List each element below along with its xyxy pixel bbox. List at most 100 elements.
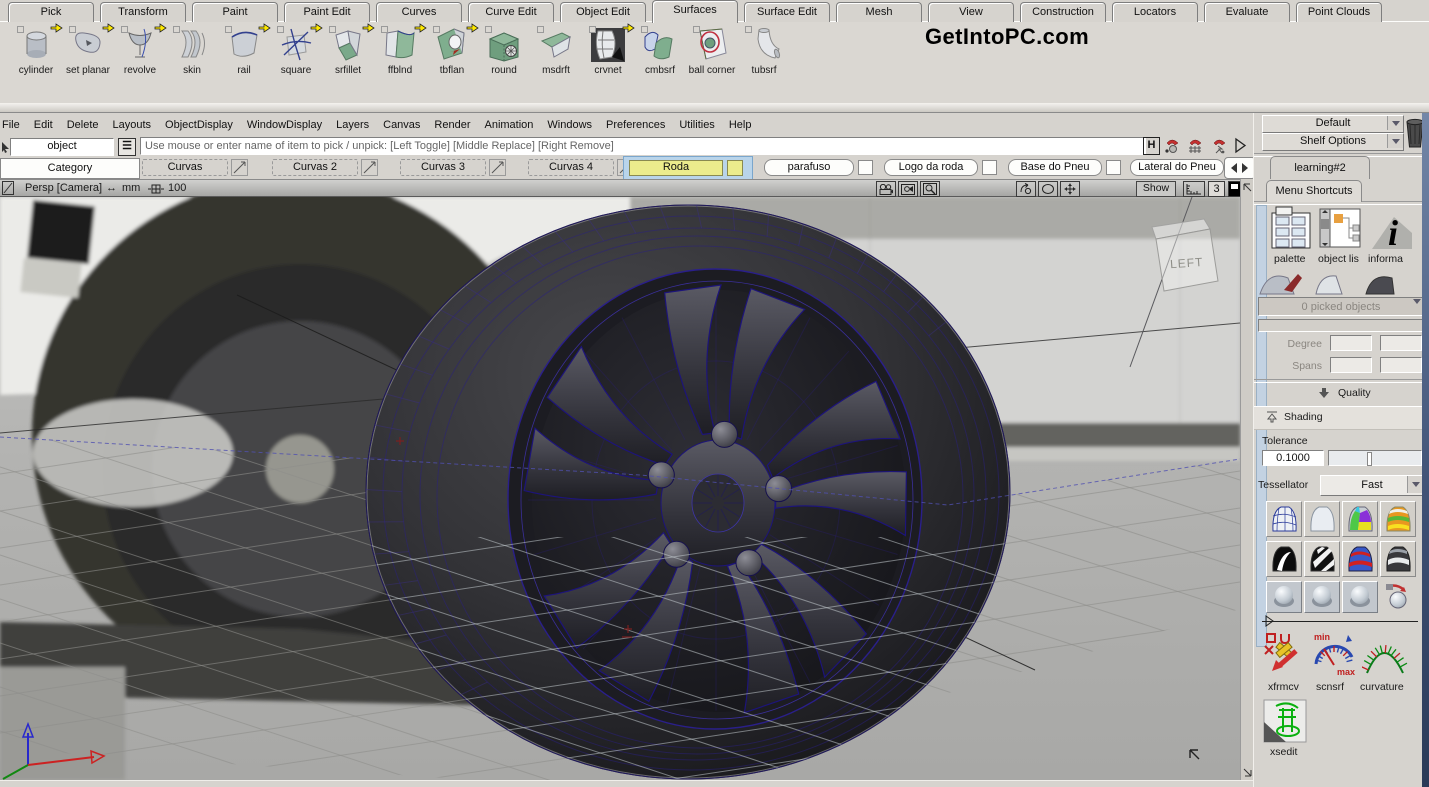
tab-paint[interactable]: Paint bbox=[192, 2, 278, 22]
shade-chrome-icon[interactable] bbox=[1380, 541, 1416, 577]
tab-point-clouds[interactable]: Point Clouds bbox=[1296, 2, 1382, 22]
menu-windows[interactable]: Windows bbox=[540, 119, 599, 131]
tool-cmbsrf[interactable]: cmbsrf bbox=[634, 22, 686, 103]
wheel-model[interactable] bbox=[366, 205, 1010, 779]
diagnostic-sphere-1-icon[interactable] bbox=[1266, 581, 1302, 613]
prompt-history-list-icon[interactable]: ☰ bbox=[118, 138, 136, 156]
tab-curve-edit[interactable]: Curve Edit bbox=[468, 2, 554, 22]
layer-parafuso[interactable]: parafuso bbox=[764, 159, 854, 176]
shade-blue-red-icon[interactable] bbox=[1342, 541, 1378, 577]
option-box[interactable] bbox=[537, 26, 544, 33]
layer-logo-checkbox[interactable] bbox=[982, 160, 997, 175]
ruler-icon[interactable] bbox=[1183, 181, 1205, 197]
layer-parafuso-checkbox[interactable] bbox=[858, 160, 873, 175]
layer-logo-da-roda[interactable]: Logo da roda bbox=[884, 159, 978, 176]
window-corner-icon[interactable] bbox=[2, 181, 15, 195]
tool-ffblnd[interactable]: ffblnd bbox=[374, 22, 426, 103]
perspective-viewport[interactable]: LEFT bbox=[0, 197, 1240, 780]
tool-tbflan[interactable]: tbflan bbox=[426, 22, 478, 103]
dropdown-arrow-icon[interactable] bbox=[1387, 116, 1403, 130]
layer-roda[interactable]: Roda bbox=[629, 160, 723, 176]
tool-round[interactable]: round bbox=[478, 22, 530, 103]
panel-slider-marker[interactable] bbox=[1264, 615, 1276, 627]
option-box[interactable] bbox=[381, 26, 388, 33]
tab-surface-edit[interactable]: Surface Edit bbox=[744, 2, 830, 22]
menu-preferences[interactable]: Preferences bbox=[599, 119, 672, 131]
tab-pick[interactable]: Pick bbox=[8, 2, 94, 22]
pick-object-icon[interactable] bbox=[1163, 137, 1181, 155]
layer-curvas[interactable]: Curvas bbox=[142, 159, 228, 176]
layer-base-checkbox[interactable] bbox=[1106, 160, 1121, 175]
tolerance-input[interactable]: 0.1000 bbox=[1262, 450, 1324, 466]
option-box[interactable] bbox=[277, 26, 284, 33]
shading-section-header[interactable]: Shading bbox=[1254, 406, 1429, 430]
layer-curvas-state-icon[interactable] bbox=[231, 159, 248, 176]
menu-layouts[interactable]: Layouts bbox=[106, 119, 159, 131]
tessellator-dropdown[interactable]: Fast bbox=[1320, 475, 1424, 496]
object-lister-icon[interactable] bbox=[1318, 205, 1364, 251]
menu-objectdisplay[interactable]: ObjectDisplay bbox=[158, 119, 240, 131]
option-box[interactable] bbox=[17, 26, 24, 33]
tab-surfaces[interactable]: Surfaces bbox=[652, 0, 738, 23]
tool-ball-corner[interactable]: ball corner bbox=[686, 22, 738, 103]
spans-field-1[interactable] bbox=[1330, 357, 1372, 373]
picked-objects-bar[interactable]: 0 picked objects bbox=[1258, 297, 1424, 316]
camera-view-icon[interactable] bbox=[898, 181, 918, 197]
menu-delete[interactable]: Delete bbox=[60, 119, 106, 131]
viewport-header[interactable]: Persp [Camera] ↔ mm 100 Show 3 bbox=[0, 179, 1240, 197]
viewport-resize-handle[interactable] bbox=[1186, 746, 1202, 762]
panel-right-scrollbar[interactable] bbox=[1422, 113, 1429, 787]
option-box[interactable] bbox=[329, 26, 336, 33]
layer-base-do-pneu[interactable]: Base do Pneu bbox=[1008, 159, 1102, 176]
layer-scroll-buttons[interactable] bbox=[1224, 157, 1256, 179]
dropdown-arrow-icon[interactable] bbox=[1387, 134, 1403, 148]
information-icon[interactable]: i bbox=[1368, 205, 1414, 251]
tool-crvnet[interactable]: crvnet bbox=[582, 22, 634, 103]
diagnostic-sphere-2-icon[interactable] bbox=[1304, 581, 1340, 613]
splitter-resize-icon-bottom[interactable] bbox=[1242, 767, 1253, 779]
tab-construction[interactable]: Construction bbox=[1020, 2, 1106, 22]
option-box[interactable] bbox=[69, 26, 76, 33]
menu-help[interactable]: Help bbox=[722, 119, 759, 131]
layer-curvas3[interactable]: Curvas 3 bbox=[400, 159, 486, 176]
shade-zebra-icon[interactable] bbox=[1304, 541, 1340, 577]
tab-locators[interactable]: Locators bbox=[1112, 2, 1198, 22]
shade-patches-icon[interactable] bbox=[1342, 501, 1378, 537]
layer-category-button[interactable]: Category bbox=[0, 158, 140, 179]
pick-scope-selector[interactable]: object bbox=[10, 138, 114, 156]
show-button[interactable]: Show bbox=[1136, 181, 1176, 197]
option-box[interactable] bbox=[693, 26, 700, 33]
scnsrf-icon[interactable]: minmax bbox=[1312, 631, 1358, 677]
tool-revolve[interactable]: revolve bbox=[114, 22, 166, 103]
tumble-icon[interactable] bbox=[1016, 181, 1036, 197]
tool-skin[interactable]: skin bbox=[166, 22, 218, 103]
shade-shaded-icon[interactable] bbox=[1304, 501, 1340, 537]
layer-roda-active[interactable]: Roda bbox=[623, 156, 753, 180]
slider-thumb[interactable] bbox=[1367, 452, 1372, 466]
option-box[interactable] bbox=[745, 26, 752, 33]
diagnostic-sphere-3-icon[interactable] bbox=[1342, 581, 1378, 613]
shade-stripes-icon[interactable] bbox=[1380, 501, 1416, 537]
menu-windowdisplay[interactable]: WindowDisplay bbox=[240, 119, 329, 131]
layer-roda-checkbox[interactable] bbox=[727, 160, 743, 176]
degree-field-2[interactable] bbox=[1380, 335, 1422, 351]
layer-curvas2-state-icon[interactable] bbox=[361, 159, 378, 176]
tab-paint-edit[interactable]: Paint Edit bbox=[284, 2, 370, 22]
look-at-icon[interactable] bbox=[1038, 181, 1058, 197]
menu-animation[interactable]: Animation bbox=[478, 119, 541, 131]
shade-silhouette-icon[interactable] bbox=[1266, 541, 1302, 577]
tab-learning2[interactable]: learning#2 bbox=[1270, 156, 1370, 179]
degree-field-1[interactable] bbox=[1330, 335, 1372, 351]
tool-square[interactable]: square bbox=[270, 22, 322, 103]
spray-sphere-icon[interactable] bbox=[1380, 581, 1414, 611]
tolerance-slider[interactable] bbox=[1328, 450, 1422, 466]
tab-transform[interactable]: Transform bbox=[100, 2, 186, 22]
layer-curvas4[interactable]: Curvas 4 bbox=[528, 159, 614, 176]
option-box[interactable] bbox=[485, 26, 492, 33]
zoom-icon[interactable] bbox=[920, 181, 940, 197]
shade-wireframe-icon[interactable] bbox=[1266, 501, 1302, 537]
xsedit-icon[interactable] bbox=[1262, 698, 1308, 744]
splitter-resize-icon[interactable] bbox=[1242, 181, 1253, 193]
tool-msdrft[interactable]: msdrft bbox=[530, 22, 582, 103]
menu-utilities[interactable]: Utilities bbox=[672, 119, 721, 131]
